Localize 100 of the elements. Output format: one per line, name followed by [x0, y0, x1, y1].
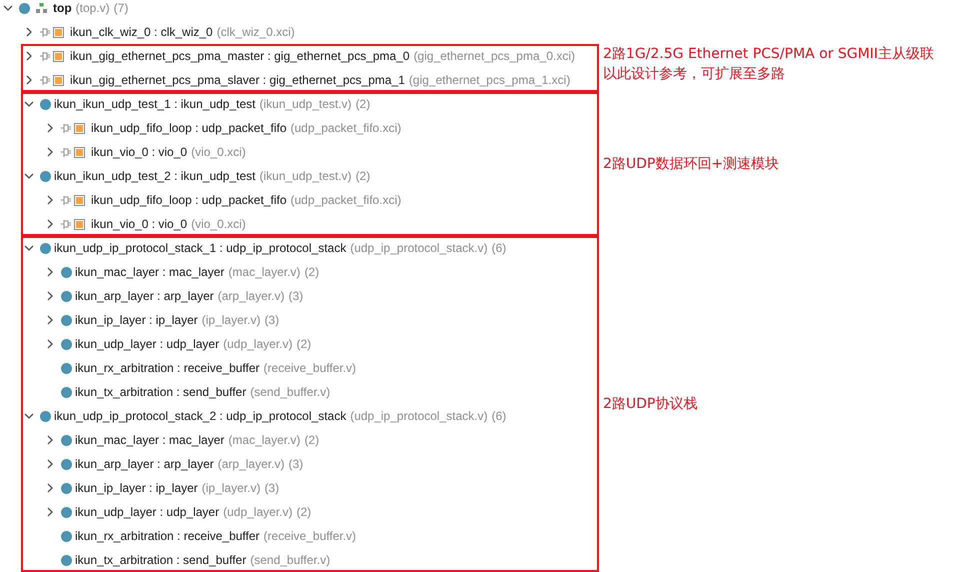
source-file: (gig_ethernet_pcs_pma_1.xci)	[408, 73, 570, 87]
source-file: (receive_buffer.v)	[264, 361, 356, 375]
source-file: (udp_layer.v)	[223, 337, 292, 351]
child-count: (2)	[296, 505, 312, 519]
instance-label: ikun_arp_layer : arp_layer	[75, 289, 214, 303]
chevron-icon[interactable]	[45, 507, 55, 517]
square-icon	[53, 50, 64, 62]
instance-label: ikun_udp_layer : udp_layer	[75, 505, 220, 519]
source-file: (send_buffer.v)	[250, 385, 330, 399]
child-count: (6)	[492, 241, 506, 255]
chevron-icon[interactable]	[45, 459, 55, 469]
instance-label: ikun_arp_layer : arp_layer	[75, 457, 214, 471]
connector-icon	[40, 26, 51, 38]
source-file: (udp_ip_protocol_stack.v)	[350, 409, 488, 423]
instance-label: ikun_rx_arbitration : receive_buffer	[75, 361, 260, 375]
circle-icon	[61, 434, 72, 446]
child-count: (3)	[288, 289, 304, 303]
source-file: (ikun_udp_test.v)	[260, 97, 352, 111]
connector-icon	[61, 122, 72, 134]
connector-icon	[61, 218, 72, 230]
chevron-icon[interactable]	[24, 171, 34, 181]
source-file: (top.v)	[76, 1, 110, 15]
child-count: (2)	[296, 337, 312, 351]
instance-label: ikun_ikun_udp_test_2 : ikun_udp_test	[54, 169, 256, 183]
chevron-icon[interactable]	[24, 243, 34, 253]
chevron-icon[interactable]	[45, 339, 55, 349]
chevron-icon[interactable]	[24, 51, 34, 61]
child-count: (3)	[264, 313, 280, 327]
connector-icon	[40, 74, 51, 86]
instance-label: ikun_vio_0 : vio_0	[91, 145, 188, 159]
instance-label: top	[53, 1, 72, 15]
source-file: (gig_ethernet_pcs_pma_0.xci)	[414, 49, 575, 63]
chevron-icon[interactable]	[45, 123, 55, 133]
connector-icon	[61, 146, 72, 158]
source-file: (send_buffer.v)	[250, 553, 330, 567]
child-count: (3)	[264, 481, 280, 495]
hierarchy-icon	[36, 3, 47, 13]
circle-icon	[61, 266, 72, 278]
source-file: (ikun_udp_test.v)	[260, 169, 352, 183]
circle-icon	[61, 458, 72, 470]
instance-label: ikun_tx_arbitration : send_buffer	[75, 385, 246, 399]
chevron-icon[interactable]	[45, 219, 55, 229]
instance-label: ikun_ikun_udp_test_1 : ikun_udp_test	[54, 97, 256, 111]
circle-icon	[61, 530, 72, 542]
child-count: (2)	[356, 97, 370, 111]
chevron-icon[interactable]	[45, 147, 55, 157]
chevron-icon[interactable]	[45, 195, 55, 205]
source-file: (udp_layer.v)	[223, 505, 292, 519]
instance-label: ikun_ip_layer : ip_layer	[75, 481, 198, 495]
annotation-text: 2路1G/2.5G Ethernet PCS/PMA or SGMII主从级联	[603, 45, 934, 64]
source-file: (mac_layer.v)	[228, 265, 300, 279]
circle-icon	[61, 482, 72, 494]
connector-icon	[40, 50, 51, 62]
square-icon	[53, 74, 64, 86]
instance-label: ikun_udp_fifo_loop : udp_packet_fifo	[91, 121, 286, 135]
source-file: (udp_packet_fifo.xci)	[290, 121, 402, 135]
child-count: (7)	[114, 1, 128, 15]
source-file: (vio_0.xci)	[191, 145, 246, 159]
annotation-text: 2路UDP数据环回+测速模块	[603, 155, 780, 174]
square-icon	[74, 218, 85, 230]
circle-icon	[61, 338, 72, 350]
chevron-icon[interactable]	[24, 411, 34, 421]
instance-label: ikun_gig_ethernet_pcs_pma_slaver : gig_ethernet_pcs_pma_1	[70, 73, 405, 87]
source-file: (ip_layer.v)	[202, 313, 260, 327]
square-icon	[74, 122, 85, 134]
chevron-icon[interactable]	[45, 267, 55, 277]
child-count: (3)	[288, 457, 304, 471]
instance-label: ikun_udp_ip_protocol_stack_1 : udp_ip_protocol_stack	[54, 241, 346, 255]
chevron-icon[interactable]	[45, 315, 55, 325]
square-icon	[74, 194, 85, 206]
child-count: (6)	[492, 409, 506, 423]
chevron-icon[interactable]	[45, 291, 55, 301]
chevron-icon[interactable]	[24, 75, 34, 85]
square-icon	[53, 26, 64, 38]
circle-icon	[61, 506, 72, 518]
chevron-icon[interactable]	[45, 483, 55, 493]
instance-label: ikun_clk_wiz_0 : clk_wiz_0	[70, 25, 213, 39]
instance-label: ikun_udp_ip_protocol_stack_2 : udp_ip_protocol_stack	[54, 409, 346, 423]
instance-label: ikun_mac_layer : mac_layer	[75, 433, 224, 447]
instance-label: ikun_udp_fifo_loop : udp_packet_fifo	[91, 193, 286, 207]
source-file: (arp_layer.v)	[218, 457, 284, 471]
chevron-icon[interactable]	[24, 27, 34, 37]
source-file: (arp_layer.v)	[218, 289, 284, 303]
circle-icon	[61, 386, 72, 398]
child-count: (2)	[304, 433, 320, 447]
source-file: (vio_0.xci)	[191, 217, 246, 231]
source-file: (mac_layer.v)	[228, 433, 300, 447]
source-file: (clk_wiz_0.xci)	[216, 25, 295, 39]
instance-label: ikun_ip_layer : ip_layer	[75, 313, 198, 327]
instance-label: ikun_rx_arbitration : receive_buffer	[75, 529, 260, 543]
chevron-icon[interactable]	[45, 435, 55, 445]
instance-label: ikun_tx_arbitration : send_buffer	[75, 553, 246, 567]
circle-icon	[40, 410, 51, 422]
annotation-text: 2路UDP协议栈	[603, 395, 698, 414]
circle-icon	[61, 362, 72, 374]
circle-icon	[61, 290, 72, 302]
source-file: (receive_buffer.v)	[264, 529, 356, 543]
chevron-icon[interactable]	[3, 3, 13, 13]
instance-label: ikun_udp_layer : udp_layer	[75, 337, 220, 351]
chevron-icon[interactable]	[24, 99, 34, 109]
